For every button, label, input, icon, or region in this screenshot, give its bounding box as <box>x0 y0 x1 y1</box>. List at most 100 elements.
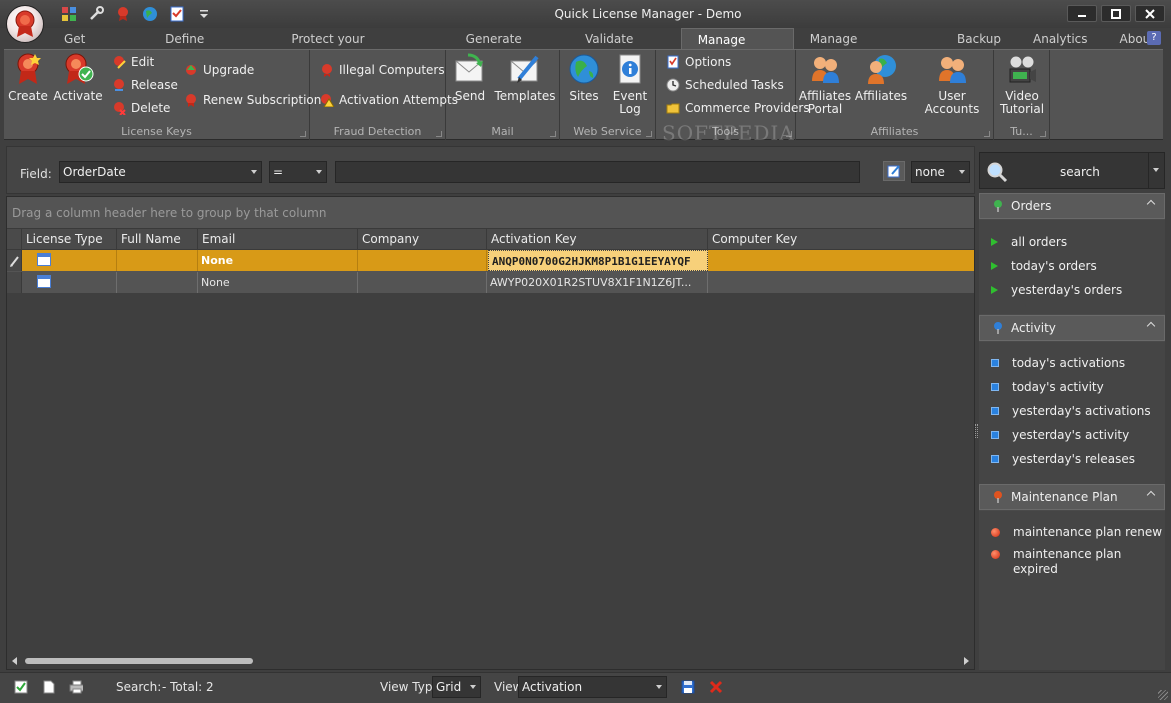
printer-icon[interactable] <box>69 680 83 694</box>
commerce-providers-button[interactable]: Commerce Providers <box>666 101 810 115</box>
tab-get-started[interactable]: Get Started <box>48 28 149 68</box>
link-todays-orders[interactable]: today's orders <box>991 259 1097 274</box>
cell-company[interactable] <box>358 272 487 293</box>
delete-button[interactable]: Delete <box>112 101 170 115</box>
tab-backup[interactable]: Backup <box>941 28 1017 50</box>
none-select[interactable]: none <box>911 161 970 183</box>
cell-computer-key[interactable] <box>708 250 974 271</box>
create-button[interactable]: Create <box>8 52 48 103</box>
panel-splitter[interactable] <box>975 424 978 438</box>
horizontal-scrollbar[interactable] <box>7 653 974 669</box>
chevron-down-icon <box>251 170 257 174</box>
affiliates-button[interactable]: Affiliates <box>855 52 907 103</box>
maximize-button[interactable] <box>1101 5 1131 22</box>
dialog-launcher-icon[interactable] <box>1040 131 1046 137</box>
save-icon[interactable] <box>681 680 695 694</box>
cell-computer-key[interactable] <box>708 272 974 293</box>
search-button[interactable]: search <box>979 152 1165 189</box>
column-header-computer-key[interactable]: Computer Key <box>708 229 974 250</box>
maintenance-section-header[interactable]: Maintenance Plan <box>979 484 1165 510</box>
renew-subscription-button[interactable]: Renew Subscription <box>184 93 321 107</box>
column-header-full-name[interactable]: Full Name <box>117 229 198 250</box>
link-yesterdays-releases[interactable]: yesterday's releases <box>991 452 1135 467</box>
tab-define-products[interactable]: Define Products <box>149 28 275 68</box>
dialog-launcher-icon[interactable] <box>646 131 652 137</box>
tab-protect-application[interactable]: Protect your application <box>275 28 449 68</box>
dialog-launcher-icon[interactable] <box>984 131 990 137</box>
group-by-panel[interactable]: Drag a column header here to group by th… <box>7 197 974 227</box>
orders-section-header[interactable]: Orders <box>979 193 1165 219</box>
link-todays-activations[interactable]: today's activations <box>991 356 1125 371</box>
tab-analytics[interactable]: Analytics <box>1017 28 1104 50</box>
chevron-up-icon[interactable] <box>1146 199 1156 209</box>
view-type-select[interactable]: Grid <box>432 676 481 698</box>
help-button[interactable]: ? <box>1147 31 1161 45</box>
window-title: Quick License Manager - Demo <box>554 7 742 21</box>
illegal-computers-button[interactable]: Illegal Computers <box>320 63 445 77</box>
sites-button[interactable]: Sites <box>566 52 602 103</box>
cell-activation-key[interactable]: ANQP0N0700G2HJKM8P1B1G1EEYAYQF <box>488 250 708 271</box>
column-header-activation-key[interactable]: Activation Key <box>487 229 708 250</box>
dialog-launcher-icon[interactable] <box>300 131 306 137</box>
link-maintenance-plan-expired[interactable]: maintenance plan expired <box>991 547 1161 577</box>
minimize-button[interactable] <box>1067 5 1097 22</box>
link-all-orders[interactable]: all orders <box>991 235 1067 250</box>
column-header-email[interactable]: Email <box>198 229 358 250</box>
cell-activation-key[interactable]: AWYP020X01R2STUV8X1F1N1Z6JT... <box>487 272 708 293</box>
affiliates-portal-button[interactable]: Affiliates Portal <box>799 52 851 116</box>
activity-section-header[interactable]: Activity <box>979 315 1165 341</box>
table-row[interactable]: None AWYP020X01R2STUV8X1F1N1Z6JT... <box>7 272 974 293</box>
table-row[interactable]: None ANQP0N0700G2HJKM8P1B1G1EEYAYQF <box>7 250 974 271</box>
upgrade-button[interactable]: Upgrade <box>184 63 254 77</box>
user-accounts-button[interactable]: User Accounts <box>910 52 994 116</box>
scroll-right-icon[interactable] <box>964 657 969 665</box>
application-menu-button[interactable] <box>6 5 44 43</box>
cell-full-name[interactable] <box>117 272 198 293</box>
new-document-icon[interactable] <box>42 680 56 694</box>
cell-company[interactable] <box>358 250 487 271</box>
resize-grip[interactable] <box>1158 690 1168 700</box>
link-yesterdays-activity[interactable]: yesterday's activity <box>991 428 1129 443</box>
cell-email[interactable]: None <box>198 250 358 271</box>
filter-value-input[interactable] <box>335 161 860 183</box>
chevron-up-icon[interactable] <box>1146 321 1156 331</box>
cell-license-type[interactable] <box>22 272 117 293</box>
close-button[interactable] <box>1135 5 1165 22</box>
edit-button[interactable]: Edit <box>112 55 154 69</box>
check-document-icon[interactable] <box>14 680 28 694</box>
tab-generate-keys[interactable]: Generate Keys <box>450 28 569 68</box>
tab-manage-customers[interactable]: Manage Customers <box>794 28 941 68</box>
link-todays-activity[interactable]: today's activity <box>991 380 1104 395</box>
view-select[interactable]: Activation <box>518 676 667 698</box>
tab-manage-keys[interactable]: Manage Keys <box>680 28 794 69</box>
edit-filter-button[interactable] <box>883 161 905 181</box>
activate-button[interactable]: Activate <box>53 52 103 103</box>
templates-button[interactable]: Templates <box>495 52 556 103</box>
scroll-left-icon[interactable] <box>12 657 17 665</box>
link-maintenance-plan-renew[interactable]: maintenance plan renew <box>991 525 1162 540</box>
send-button[interactable]: Send <box>452 52 488 103</box>
chevron-up-icon[interactable] <box>1146 490 1156 500</box>
dialog-launcher-icon[interactable] <box>550 131 556 137</box>
search-dropdown[interactable] <box>1148 153 1164 188</box>
column-header-company[interactable]: Company <box>358 229 487 250</box>
cell-email[interactable]: None <box>198 272 358 293</box>
options-button[interactable]: Options <box>666 55 731 69</box>
event-log-button[interactable]: Event Log <box>610 52 650 116</box>
close-red-icon[interactable] <box>709 680 723 694</box>
dialog-launcher-icon[interactable] <box>436 131 442 137</box>
cell-full-name[interactable] <box>117 250 198 271</box>
maintenance-section-body: maintenance plan renew maintenance plan … <box>979 511 1165 670</box>
link-yesterdays-orders[interactable]: yesterday's orders <box>991 283 1122 298</box>
video-tutorial-button[interactable]: Video Tutorial <box>1000 52 1044 116</box>
cell-license-type[interactable] <box>22 250 117 271</box>
scrollbar-thumb[interactable] <box>25 658 253 664</box>
tab-validate-keys[interactable]: Validate Keys <box>569 28 681 68</box>
link-yesterdays-activations[interactable]: yesterday's activations <box>991 404 1151 419</box>
release-button[interactable]: Release <box>112 78 178 92</box>
operator-select[interactable]: = <box>269 161 327 183</box>
activation-attempts-button[interactable]: Activation Attempts <box>320 93 458 107</box>
scheduled-tasks-button[interactable]: Scheduled Tasks <box>666 78 784 92</box>
column-header-license-type[interactable]: License Type <box>22 229 117 250</box>
field-select[interactable]: OrderDate <box>59 161 262 183</box>
